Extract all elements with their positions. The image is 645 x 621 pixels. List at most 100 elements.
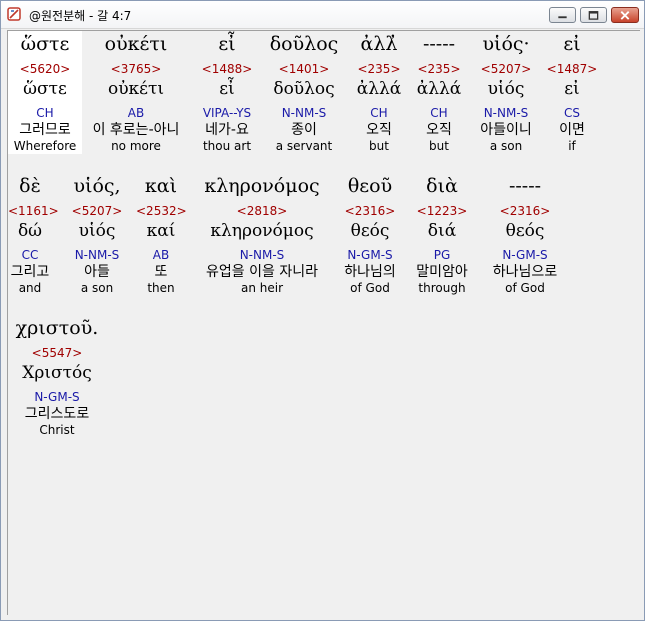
greek-word: θεοῦ (347, 175, 393, 197)
word-block[interactable]: διὰ <1223> διά PG 말미암아 through (410, 173, 474, 296)
parsing-code: CH (430, 106, 448, 120)
parsing-code: N-NM-S (239, 248, 285, 262)
lemma: οὐκέτι (107, 79, 165, 99)
greek-word: διὰ (426, 175, 458, 197)
strong-number: <235> (357, 62, 401, 76)
lemma: ὥστε (23, 79, 67, 99)
lemma: κληρονόμος (210, 221, 314, 241)
english-gloss: through (418, 281, 466, 295)
strong-number: <235> (417, 62, 461, 76)
strong-number: <2316> (499, 204, 551, 218)
lemma: ἀλλά (356, 79, 402, 99)
strong-number: <1487> (546, 62, 598, 76)
maximize-icon (588, 11, 599, 20)
parsing-code: N-GM-S (347, 248, 393, 262)
korean-gloss: 그리스도로 (24, 406, 90, 422)
english-gloss: a son (80, 281, 114, 295)
strong-number: <2316> (344, 204, 396, 218)
lemma: εἰ (564, 79, 580, 99)
strong-number: <1488> (201, 62, 253, 76)
greek-word: ----- (508, 175, 542, 197)
korean-gloss: 이 후로는-아니 (92, 122, 180, 138)
parsing-code: CC (21, 248, 39, 262)
greek-word: κληρονόμος (204, 175, 320, 197)
korean-gloss: 아들 (84, 264, 110, 280)
parsing-code: AB (152, 248, 170, 262)
korean-gloss: 유업을 이을 자니라 (206, 264, 318, 280)
strong-number: <5620> (19, 62, 71, 76)
parsing-code: AB (127, 106, 145, 120)
korean-gloss: 그러므로 (19, 122, 71, 138)
greek-word: οὐκέτι (104, 33, 168, 55)
english-gloss: but (429, 139, 449, 153)
korean-gloss: 네가-요 (205, 122, 249, 138)
greek-word: δὲ (19, 175, 41, 197)
english-gloss: Wherefore (13, 139, 77, 153)
korean-gloss: 하나님으로 (492, 264, 558, 280)
parsing-code: PG (433, 248, 451, 262)
strong-number: <1401> (278, 62, 330, 76)
word-block[interactable]: ----- <235> ἀλλά CH 오직 but (411, 31, 467, 154)
lemma: Χριστός (22, 363, 92, 383)
english-gloss: of God (350, 281, 390, 295)
english-gloss: thou art (202, 139, 252, 153)
minimize-icon (558, 16, 567, 19)
word-block[interactable]: οὐκέτι <3765> οὐκέτι AB 이 후로는-아니 no more (82, 31, 190, 154)
word-block[interactable]: θεοῦ <2316> θεός N-GM-S 하나님의 of God (338, 173, 402, 296)
word-block[interactable]: δοῦλος <1401> δοῦλος N-NM-S 종이 a servant (266, 31, 342, 154)
lemma: εἶ (219, 79, 235, 99)
word-block[interactable]: υἱός· <5207> υἱός N-NM-S 아들이니 a son (470, 31, 542, 154)
parsing-code: N-NM-S (483, 106, 529, 120)
close-icon (620, 11, 630, 20)
korean-gloss: 오직 (426, 122, 452, 138)
title-bar[interactable]: @원전분해 - 갈 4:7 (1, 1, 644, 29)
english-gloss: Christ (39, 423, 75, 437)
word-block[interactable]: εἶ <1488> εἶ VIPA--YS 네가-요 thou art (194, 31, 260, 154)
word-block[interactable]: καὶ <2532> καί AB 또 then (136, 173, 187, 296)
word-block[interactable]: υἱός, <5207> υἱός N-NM-S 아들 a son (64, 173, 130, 296)
korean-gloss: 또 (154, 264, 168, 280)
app-icon (7, 7, 21, 21)
english-gloss: no more (111, 139, 161, 153)
parsing-code: CH (36, 106, 54, 120)
strong-number: <1223> (416, 204, 468, 218)
english-gloss: but (369, 139, 389, 153)
korean-gloss: 이면 (559, 122, 585, 138)
greek-word: ἀλλ̓ (360, 33, 398, 55)
korean-gloss: 아들이니 (480, 122, 532, 138)
english-gloss: if (568, 139, 576, 153)
lemma: υἱός (78, 221, 116, 241)
word-block[interactable]: ὥστε <5620> ὥστε CH 그러므로 Wherefore (8, 31, 82, 154)
parsing-code: CS (564, 106, 580, 120)
word-block[interactable]: ἀλλ̓ <235> ἀλλά CH 오직 but (351, 31, 407, 154)
greek-word: καὶ (144, 175, 178, 197)
minimize-button[interactable] (549, 7, 576, 23)
lemma: θεός (350, 221, 390, 241)
maximize-button[interactable] (580, 7, 607, 23)
english-gloss: of God (505, 281, 545, 295)
greek-word: υἱός, (73, 175, 121, 197)
korean-gloss: 그리고 (10, 264, 50, 280)
lemma: διά (427, 221, 457, 241)
english-gloss: a servant (275, 139, 333, 153)
greek-word: ὥστε (20, 33, 70, 55)
parsing-code: N-GM-S (34, 390, 80, 404)
word-block[interactable]: ----- <2316> θεός N-GM-S 하나님으로 of God (480, 173, 570, 296)
korean-gloss: 오직 (366, 122, 392, 138)
word-block[interactable]: εἰ <1487> εἰ CS 이면 if (546, 31, 598, 154)
english-gloss: and (18, 281, 42, 295)
parsing-code: N-GM-S (502, 248, 548, 262)
word-block[interactable]: κληρονόμος <2818> κληρονόμος N-NM-S 유업을 … (192, 173, 332, 296)
window-title: @원전분해 - 갈 4:7 (29, 9, 132, 23)
close-button[interactable] (611, 7, 639, 23)
lemma: ἀλλά (416, 79, 462, 99)
strong-number: <2818> (236, 204, 288, 218)
lemma: δοῦλος (273, 79, 335, 99)
app-window: @원전분해 - 갈 4:7 ὥστε <5620> ὥστε CH 그러므로 W… (0, 0, 645, 621)
strong-number: <5547> (31, 346, 83, 360)
parsing-code: N-NM-S (281, 106, 327, 120)
word-block[interactable]: δὲ <1161> δώ CC 그리고 and (8, 173, 59, 296)
parsing-code: CH (370, 106, 388, 120)
word-block[interactable]: χριστοῦ. <5547> Χριστός N-GM-S 그리스도로 Chr… (8, 315, 106, 438)
greek-word: εἶ (218, 33, 236, 55)
